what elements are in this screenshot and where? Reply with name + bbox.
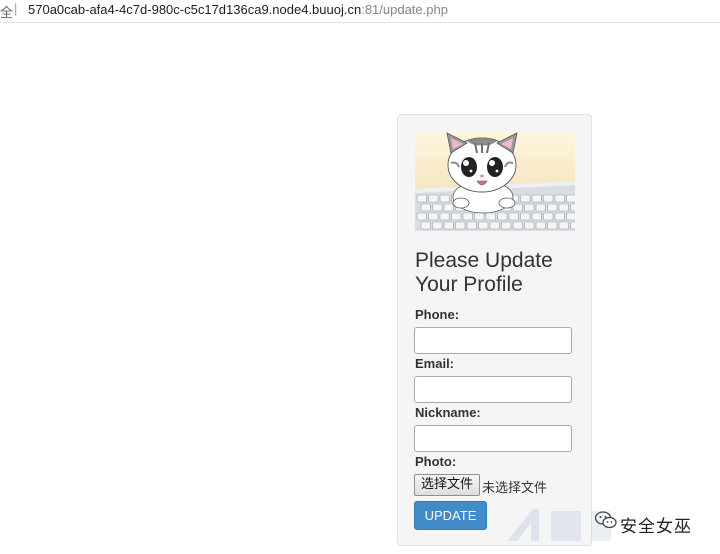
keyboard-key: [497, 212, 508, 221]
keyboard-key: [420, 221, 431, 230]
cat-on-keyboard-image: [415, 131, 575, 231]
keyboard-key: [466, 221, 477, 230]
update-button[interactable]: UPDATE: [414, 501, 487, 530]
keyboard-key: [443, 203, 454, 212]
email-input[interactable]: [414, 376, 572, 403]
keyboard-key: [547, 203, 558, 212]
keyboard-key: [462, 212, 473, 221]
keyboard-key: [566, 212, 575, 221]
phone-input[interactable]: [414, 327, 572, 354]
keyboard-key: [543, 212, 554, 221]
wechat-icon: [594, 511, 617, 534]
keyboard-key: [501, 221, 512, 230]
update-profile-form: Please Update Your Profile Phone: Email:…: [397, 114, 592, 546]
keyboard-key: [485, 212, 496, 221]
watermark-text: 安全女巫: [620, 517, 692, 537]
keyboard-key: [531, 194, 542, 203]
keyboard-key: [558, 203, 569, 212]
keyboard-key: [428, 194, 439, 203]
url-host: 570a0cab-afa4-4c7d-980c-c5c17d136ca9.nod…: [28, 2, 362, 17]
keyboard-key: [535, 221, 546, 230]
photo-label: Photo:: [415, 454, 457, 469]
choose-file-button[interactable]: 选择文件: [414, 474, 481, 496]
page-title: Please Update Your Profile: [415, 249, 553, 296]
keyboard-key: [439, 194, 450, 203]
hero-illustration: [415, 132, 575, 231]
keyboard-key: [451, 212, 462, 221]
keyboard-key: [531, 212, 542, 221]
phone-label: Phone:: [415, 307, 460, 322]
keyboard-key: [416, 212, 427, 221]
keyboard-key: [547, 221, 558, 230]
keyboard-key: [428, 212, 439, 221]
keyboard-key: [420, 203, 431, 212]
site-info-label[interactable]: 全: [0, 2, 13, 21]
cat-drawing: [446, 132, 518, 214]
keyboard-key: [508, 212, 519, 221]
keyboard-key: [520, 194, 531, 203]
keyboard-key: [554, 194, 565, 203]
url-path: :81/update.php: [361, 2, 448, 17]
keyboard-key: [478, 221, 489, 230]
nickname-label: Nickname:: [415, 405, 481, 420]
url-text[interactable]: 570a0cab-afa4-4c7d-980c-c5c17d136ca9.nod…: [28, 2, 448, 17]
keyboard-key: [570, 203, 575, 212]
keyboard-key: [524, 221, 535, 230]
email-label: Email:: [415, 356, 455, 371]
browser-address-bar[interactable]: 全 | 570a0cab-afa4-4c7d-980c-c5c17d136ca9…: [0, 0, 720, 23]
file-status-text: 未选择文件: [482, 481, 548, 496]
keyboard-key: [432, 221, 443, 230]
nickname-input[interactable]: [414, 425, 572, 452]
keyboard-key: [443, 221, 454, 230]
keyboard-key: [554, 212, 565, 221]
keyboard-key: [566, 194, 575, 203]
keyboard-key: [543, 194, 554, 203]
keyboard-key: [455, 221, 466, 230]
keyboard-key: [558, 221, 569, 230]
address-separator: |: [14, 1, 18, 16]
keyboard-key: [524, 203, 535, 212]
keyboard-key: [570, 221, 575, 230]
keyboard-key: [512, 221, 523, 230]
keyboard-key: [416, 194, 427, 203]
keyboard-key: [439, 212, 450, 221]
keyboard-key: [535, 203, 546, 212]
keyboard-key: [432, 203, 443, 212]
keyboard-key: [474, 212, 485, 221]
keyboard-key: [520, 212, 531, 221]
keyboard-key: [489, 221, 500, 230]
